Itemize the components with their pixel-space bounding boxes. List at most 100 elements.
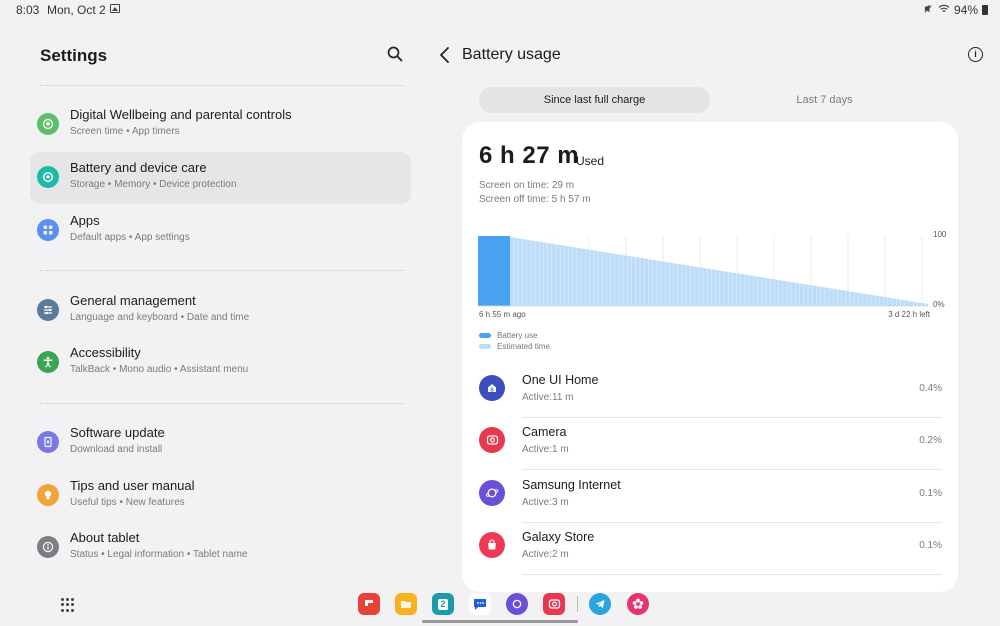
blossom-app-icon[interactable] <box>627 593 649 615</box>
status-time: 8:03 <box>16 3 40 17</box>
camera-icon <box>479 427 505 453</box>
digital-wellbeing-icon <box>37 113 59 135</box>
chart-legend: Battery use Estimated time <box>479 330 550 352</box>
mute-icon <box>923 3 934 17</box>
home-indicator[interactable] <box>422 620 578 623</box>
settings-item-subtitle: Screen time • App timers <box>70 126 180 137</box>
tab-last-7-days[interactable]: Last 7 days <box>710 87 939 113</box>
settings-title: Settings <box>40 46 108 65</box>
divider <box>522 574 942 575</box>
lightbulb-icon <box>37 484 59 506</box>
divider <box>40 85 404 86</box>
settings-item-digital-wellbeing[interactable]: Digital Wellbeing and parental controls … <box>30 99 411 151</box>
settings-item-software-update[interactable]: Software update Download and install <box>30 417 411 469</box>
battery-icon <box>982 5 988 15</box>
battery-use-bar <box>478 236 510 306</box>
settings-item-label: Digital Wellbeing and parental controls <box>70 107 292 122</box>
messages-app-icon[interactable] <box>469 593 491 615</box>
chart-x-start-label: 6 h 55 m ago <box>479 310 526 319</box>
camera-dock-icon[interactable] <box>543 593 565 615</box>
search-icon[interactable] <box>387 46 405 64</box>
settings-item-tips[interactable]: Tips and user manual Useful tips • New f… <box>30 470 411 522</box>
info-icon[interactable]: i <box>968 47 983 62</box>
app-percent: 0.1% <box>919 488 942 499</box>
used-label: Used <box>576 154 605 168</box>
legend-swatch-estimated <box>479 344 491 349</box>
samsung-internet-dock-icon[interactable] <box>506 593 528 615</box>
about-info-icon <box>37 536 59 558</box>
my-files-app-icon[interactable] <box>395 593 417 615</box>
software-update-icon <box>37 431 59 453</box>
divider <box>522 469 942 470</box>
wifi-icon <box>938 4 950 17</box>
settings-item-subtitle: Download and install <box>70 444 163 455</box>
settings-item-battery[interactable]: Battery and device care Storage • Memory… <box>30 152 411 204</box>
screen-off-time: Screen off time: 5 h 57 m <box>479 194 591 205</box>
app-name: Galaxy Store <box>522 530 595 544</box>
used-time-value: 6 h 27 m <box>479 142 580 169</box>
settings-item-label: Software update <box>70 425 165 440</box>
app-row-camera[interactable]: Camera Active:1 m 0.2% <box>479 418 942 470</box>
battery-usage-chart <box>478 236 928 307</box>
app-percent: 0.4% <box>919 383 942 394</box>
app-percent: 0.1% <box>919 540 942 551</box>
app-row-galaxy-store[interactable]: Galaxy Store Active:2 m 0.1% <box>479 523 942 575</box>
gallery-notification-icon <box>110 4 120 13</box>
app-active-time: Active:3 m <box>522 497 569 508</box>
page-title: Battery usage <box>462 46 561 63</box>
telegram-app-icon[interactable] <box>589 593 611 615</box>
galaxy-store-icon <box>479 532 505 558</box>
battery-usage-pane: Battery usage i Since last full charge L… <box>430 20 1000 592</box>
flipboard-app-icon[interactable] <box>358 593 380 615</box>
settings-item-subtitle: TalkBack • Mono audio • Assistant menu <box>70 364 249 375</box>
settings-item-subtitle: Storage • Memory • Device protection <box>70 179 237 190</box>
back-arrow-icon[interactable] <box>438 46 454 64</box>
samsung-internet-icon <box>479 480 505 506</box>
dock-separator <box>577 596 578 612</box>
settings-item-general-management[interactable]: General management Language and keyboard… <box>30 285 411 337</box>
settings-item-apps[interactable]: Apps Default apps • App settings <box>30 205 411 257</box>
app-active-time: Active:1 m <box>522 444 569 455</box>
settings-item-label: General management <box>70 293 196 308</box>
calendar-app-icon[interactable]: 2 <box>432 593 454 615</box>
settings-item-label: Tips and user manual <box>70 478 195 493</box>
app-name: Camera <box>522 425 567 439</box>
settings-item-subtitle: Useful tips • New features <box>70 497 185 508</box>
taskbar: 2 <box>0 590 1000 626</box>
settings-item-subtitle: Status • Legal information • Tablet name <box>70 549 248 560</box>
apps-icon <box>37 219 59 241</box>
app-row-one-ui-home[interactable]: S One UI Home Active:11 m 0.4% <box>479 366 942 418</box>
app-name: Samsung Internet <box>522 478 621 492</box>
app-percent: 0.2% <box>919 435 942 446</box>
settings-pane: Settings Digital Wellbeing and parental … <box>0 20 430 590</box>
settings-item-label: About tablet <box>70 530 140 545</box>
settings-item-accessibility[interactable]: Accessibility TalkBack • Mono audio • As… <box>30 337 411 389</box>
legend-swatch-used <box>479 333 491 338</box>
screen-on-time: Screen on time: 29 m <box>479 180 575 191</box>
divider <box>40 270 404 271</box>
app-active-time: Active:11 m <box>522 392 574 403</box>
app-drawer-icon[interactable] <box>61 598 75 612</box>
legend-battery-use: Battery use <box>479 330 550 341</box>
period-tabs: Since last full charge Last 7 days <box>479 87 939 113</box>
divider <box>40 403 404 404</box>
chart-x-end-label: 3 d 22 h left <box>888 310 930 319</box>
settings-item-label: Apps <box>70 213 100 228</box>
chart-y-bottom-label: 0% <box>933 300 945 309</box>
tab-since-last-full-charge[interactable]: Since last full charge <box>479 87 710 113</box>
battery-care-icon <box>37 166 59 188</box>
sliders-icon <box>37 299 59 321</box>
one-ui-home-icon: S <box>479 375 505 401</box>
chart-y-top-label: 100 <box>933 230 947 239</box>
settings-item-subtitle: Default apps • App settings <box>70 232 190 243</box>
settings-item-about-tablet[interactable]: About tablet Status • Legal information … <box>30 522 411 574</box>
status-date: Mon, Oct 2 <box>47 3 106 17</box>
status-bar: 8:03 Mon, Oct 2 94% <box>0 0 1000 20</box>
settings-item-label: Accessibility <box>70 345 141 360</box>
battery-usage-card: 6 h 27 m Used Screen on time: 29 m Scree… <box>462 122 958 592</box>
accessibility-icon <box>37 351 59 373</box>
battery-percent: 94% <box>953 3 978 17</box>
legend-estimated-time: Estimated time <box>479 341 550 352</box>
app-row-samsung-internet[interactable]: Samsung Internet Active:3 m 0.1% <box>479 471 942 523</box>
settings-item-label: Battery and device care <box>70 160 207 175</box>
